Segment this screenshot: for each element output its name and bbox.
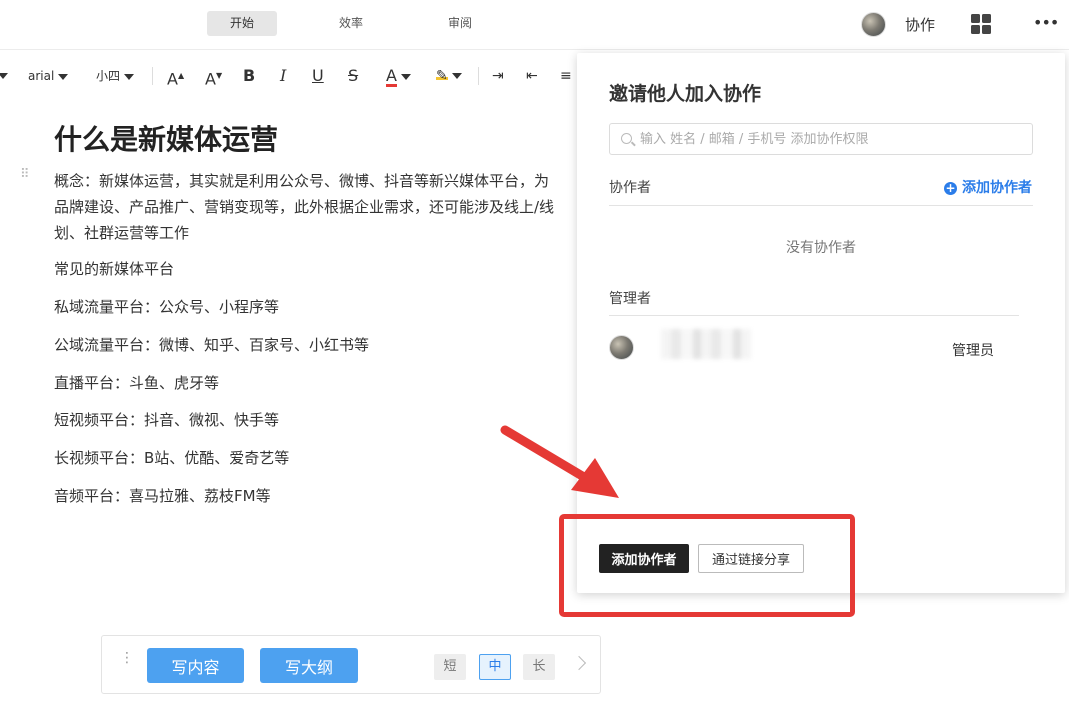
paragraph[interactable]: 长视频平台：B站、优酷、爱奇艺等 [54, 445, 289, 471]
paragraph-line: 概念：新媒体运营，其实就是利用公众号、微博、抖音等新兴媒体平台，为 [54, 172, 550, 190]
font-size-dropdown[interactable]: 小四 [96, 66, 135, 86]
annotation-arrow-icon [500, 425, 619, 498]
invite-collaborators-panel: 邀请他人加入协作 协作者 +添加协作者 没有协作者 管理者 管理员 添加协作者 … [577, 53, 1065, 593]
admin-avatar [609, 335, 634, 360]
font-color-button[interactable]: A [386, 66, 411, 87]
italic-icon[interactable]: I [280, 66, 286, 86]
paragraph[interactable]: 常见的新媒体平台 [54, 256, 174, 282]
collaborate-button[interactable]: 协作 [905, 14, 935, 35]
add-collaborator-link[interactable]: + 添加协作者 [944, 177, 1032, 197]
drag-handle-icon[interactable]: ⋮ [120, 651, 134, 665]
paragraph[interactable]: 公域流量平台：微博、知乎、百家号、小红书等 [54, 332, 369, 358]
admins-label: 管理者 [609, 291, 651, 307]
annotation-highlight-box [559, 514, 855, 617]
tab-review[interactable]: 审阅 [425, 11, 495, 36]
chevron-down-icon [452, 73, 462, 79]
font-size-value: 小四 [96, 69, 121, 83]
font-family-value: arial [28, 69, 55, 83]
font-color-icon: A [386, 66, 397, 87]
invite-search-input[interactable] [640, 128, 1020, 150]
highlight-icon: ✎ [436, 68, 448, 84]
write-outline-button[interactable]: 写大纲 [260, 648, 358, 683]
grid-icon[interactable] [971, 14, 991, 34]
admin-role: 管理员 [952, 343, 994, 359]
paragraph[interactable]: 私域流量平台：公众号、小程序等 [54, 294, 279, 320]
ai-write-bar: ⋮ 写内容 写大纲 短 中 长 [101, 635, 601, 694]
invite-search-field[interactable] [609, 123, 1033, 155]
plus-icon: + [944, 181, 957, 195]
format-toolbar: arial 小四 A▲ A▼ B I U S A ✎ ⇥ ⇤ ≡ [0, 52, 580, 98]
font-family-dropdown[interactable]: arial [28, 66, 69, 86]
paragraph-concept[interactable]: 概念：新媒体运营，其实就是利用公众号、微博、抖音等新兴媒体平台，为 品牌建设、产… [54, 168, 554, 246]
top-bar: 开始 效率 审阅 协作 ••• [0, 0, 1069, 50]
collaborators-label: 协作者 [609, 180, 651, 196]
tab-start[interactable]: 开始 [207, 11, 277, 36]
chevron-right-icon[interactable] [571, 655, 587, 671]
underline-icon[interactable]: U [312, 66, 324, 86]
add-collaborator-label: 添加协作者 [962, 180, 1032, 196]
divider [609, 205, 1033, 206]
chevron-down-icon [0, 72, 8, 79]
document-title[interactable]: 什么是新媒体运营 [54, 118, 278, 158]
decrease-font-icon[interactable]: A▼ [205, 66, 222, 88]
style-dropdown-caret[interactable] [0, 66, 8, 86]
strikethrough-icon[interactable]: S [348, 66, 358, 86]
search-icon [621, 133, 632, 144]
chevron-down-icon [58, 73, 69, 80]
panel-title: 邀请他人加入协作 [609, 83, 762, 105]
chevron-down-icon [400, 73, 411, 80]
paragraph[interactable]: 短视频平台：抖音、微视、快手等 [54, 407, 279, 433]
toolbar-divider [152, 67, 153, 85]
align-left-icon[interactable]: ≡ [560, 66, 572, 86]
length-short-button[interactable]: 短 [434, 654, 466, 680]
length-medium-button[interactable]: 中 [479, 654, 511, 680]
paragraph[interactable]: 音频平台：喜马拉雅、荔枝FM等 [54, 483, 271, 509]
highlight-color-button[interactable]: ✎ [436, 66, 462, 86]
paragraph-line: 划、社群运营等工作 [54, 224, 190, 242]
tab-efficiency[interactable]: 效率 [316, 11, 386, 36]
divider [609, 315, 1019, 316]
paragraph[interactable]: 直播平台：斗鱼、虎牙等 [54, 370, 219, 396]
empty-state-text: 没有协作者 [786, 240, 856, 256]
drag-handle-icon[interactable]: ⠿ [20, 168, 31, 181]
length-long-button[interactable]: 长 [523, 654, 555, 680]
bold-icon[interactable]: B [243, 66, 255, 86]
indent-increase-icon[interactable]: ⇥ [492, 66, 504, 86]
increase-font-icon[interactable]: A▲ [167, 66, 184, 88]
admin-name-blurred [661, 329, 751, 359]
toolbar-divider [478, 67, 479, 85]
write-content-button[interactable]: 写内容 [147, 648, 244, 683]
user-avatar[interactable] [861, 12, 886, 37]
chevron-down-icon [124, 73, 135, 80]
more-icon[interactable]: ••• [1033, 13, 1059, 32]
paragraph-line: 品牌建设、产品推广、营销变现等，此外根据企业需求，还可能涉及线上/线 [54, 198, 555, 216]
indent-decrease-icon[interactable]: ⇤ [526, 66, 538, 86]
